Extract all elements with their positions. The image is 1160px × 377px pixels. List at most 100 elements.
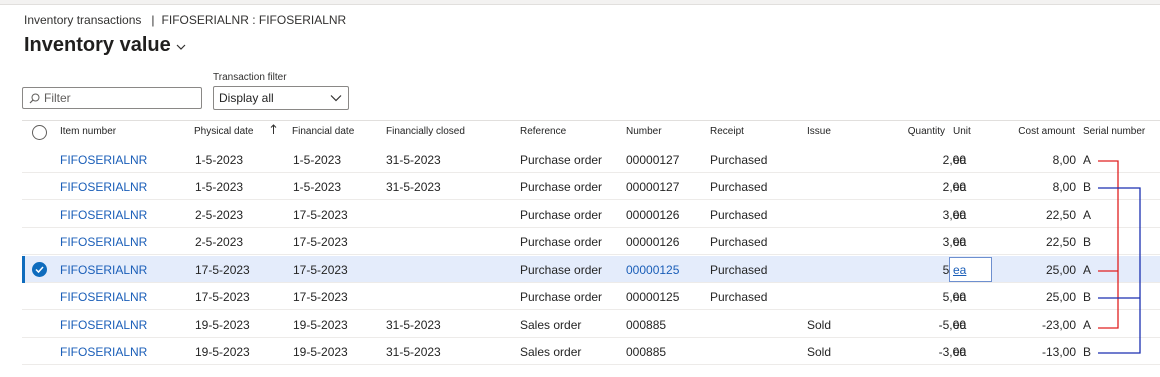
cell-issue: Sold (807, 318, 832, 332)
column-header-serial-number[interactable]: Serial number (1083, 126, 1145, 137)
page-title-text: Inventory value (24, 34, 171, 56)
filter-search-box[interactable] (22, 87, 202, 109)
cell-serial-number: B (1083, 290, 1092, 304)
cell-unit: ea (953, 180, 967, 194)
cell-number: 00000127 (626, 153, 680, 167)
cell-item-number[interactable]: FIFOSERIALNR (60, 290, 147, 304)
cell-receipt: Purchased (710, 208, 768, 222)
breadcrumb: Inventory transactions | FIFOSERIALNR : FI… (24, 13, 346, 27)
cell-financial-date: 17-5-2023 (293, 235, 348, 249)
cell-number[interactable]: 00000125 (626, 263, 679, 277)
cell-unit: ea (953, 318, 967, 332)
column-header-item-number[interactable]: Item number (60, 126, 116, 137)
table-row[interactable]: FIFOSERIALNR 17-5-2023 17-5-2023 Purchase o… (22, 283, 1160, 310)
cell-number: 00000126 (626, 235, 680, 249)
cell-number: 00000126 (626, 208, 680, 222)
checkmark-circle-icon[interactable] (32, 262, 47, 277)
breadcrumb-module[interactable]: Inventory transactions (24, 13, 141, 27)
cell-cost-amount: 8,00 (1052, 153, 1076, 167)
column-header-physical-date[interactable]: Physical date (194, 126, 253, 137)
cell-serial-number: A (1083, 208, 1092, 222)
column-header-financial-date[interactable]: Financial date (292, 126, 354, 137)
cell-serial-number: A (1083, 318, 1092, 332)
cell-issue: Sold (807, 345, 832, 359)
cell-serial-number: A (1083, 263, 1092, 277)
cell-financial-date: 1-5-2023 (293, 153, 342, 167)
cell-reference: Sales order (520, 318, 582, 332)
column-header-issue[interactable]: Issue (807, 126, 831, 137)
cell-number: 000885 (626, 345, 667, 359)
cell-number: 00000127 (626, 180, 680, 194)
cell-physical-date: 17-5-2023 (195, 263, 250, 277)
table-row[interactable]: FIFOSERIALNR 17-5-2023 17-5-2023 Purchase o… (22, 256, 1160, 283)
cell-item-number[interactable]: FIFOSERIALNR (60, 345, 147, 359)
table-row[interactable]: FIFOSERIALNR 2-5-2023 17-5-2023 Purchase or… (22, 228, 1160, 255)
cell-financially-closed: 31-5-2023 (386, 318, 441, 332)
cell-reference: Purchase order (520, 208, 603, 222)
cell-unit: ea (953, 345, 967, 359)
transaction-filter-select[interactable]: Display all (213, 86, 349, 110)
cell-reference: Sales order (520, 345, 582, 359)
table-row[interactable]: FIFOSERIALNR 1-5-2023 1-5-2023 31-5-2023 Pur… (22, 173, 1160, 200)
cell-item-number[interactable]: FIFOSERIALNR (60, 263, 147, 277)
sort-ascending-icon[interactable] (270, 124, 277, 135)
column-header-receipt[interactable]: Receipt (710, 126, 744, 137)
cell-item-number[interactable]: FIFOSERIALNR (60, 208, 147, 222)
column-header-cost-amount[interactable]: Cost amount (1018, 126, 1075, 137)
column-header-unit[interactable]: Unit (953, 126, 971, 137)
breadcrumb-context: FIFOSERIALNR : FIFOSERIALNR (161, 13, 347, 27)
search-icon (29, 93, 40, 103)
table-row[interactable]: FIFOSERIALNR 2-5-2023 17-5-2023 Purchase or… (22, 201, 1160, 228)
cell-unit: ea (953, 153, 967, 167)
cell-unit-editor[interactable]: ea (949, 257, 992, 282)
cell-physical-date: 19-5-2023 (195, 345, 250, 359)
cell-item-number[interactable]: FIFOSERIALNR (60, 235, 147, 249)
table-row[interactable]: FIFOSERIALNR 19-5-2023 19-5-2023 31-5-2023 S… (22, 338, 1160, 365)
cell-physical-date: 1-5-2023 (195, 180, 244, 194)
cell-physical-date: 19-5-2023 (195, 318, 250, 332)
cell-unit: ea (953, 208, 967, 222)
cell-serial-number: B (1083, 235, 1092, 249)
cell-reference: Purchase order (520, 180, 603, 194)
cell-physical-date: 2-5-2023 (195, 235, 244, 249)
table-row[interactable]: FIFOSERIALNR 1-5-2023 1-5-2023 31-5-2023 Pur… (22, 146, 1160, 173)
cell-financial-date: 17-5-2023 (293, 290, 348, 304)
column-header-number[interactable]: Number (626, 126, 662, 137)
column-header-reference[interactable]: Reference (520, 126, 566, 137)
cell-cost-amount: 22,50 (1045, 235, 1076, 249)
cell-receipt: Purchased (710, 263, 768, 277)
cell-item-number[interactable]: FIFOSERIALNR (60, 318, 147, 332)
page-title[interactable]: Inventory value (24, 34, 186, 57)
cell-financial-date: 19-5-2023 (293, 318, 348, 332)
cell-serial-number: B (1083, 180, 1092, 194)
column-header-quantity[interactable]: Quantity (908, 126, 945, 137)
cell-receipt: Purchased (710, 180, 768, 194)
cell-cost-amount: 25,00 (1045, 290, 1076, 304)
cell-financial-date: 17-5-2023 (293, 263, 348, 277)
cell-reference: Purchase order (520, 235, 603, 249)
filter-search-input[interactable] (44, 91, 184, 105)
cell-unit[interactable]: ea (953, 263, 966, 277)
cell-financially-closed: 31-5-2023 (386, 153, 441, 167)
cell-receipt: Purchased (710, 290, 768, 304)
cell-cost-amount: -13,00 (1041, 345, 1076, 359)
cell-item-number[interactable]: FIFOSERIALNR (60, 180, 147, 194)
transaction-filter-label: Transaction filter (213, 72, 287, 83)
cell-serial-number: B (1083, 345, 1092, 359)
cell-number: 000885 (626, 318, 667, 332)
chevron-down-icon (176, 44, 186, 50)
cell-physical-date: 17-5-2023 (195, 290, 250, 304)
top-bar (0, 0, 1160, 5)
cell-financial-date: 1-5-2023 (293, 180, 342, 194)
select-all-circle-icon[interactable] (32, 125, 47, 140)
cell-physical-date: 1-5-2023 (195, 153, 244, 167)
cell-item-number[interactable]: FIFOSERIALNR (60, 153, 147, 167)
table-row[interactable]: FIFOSERIALNR 19-5-2023 19-5-2023 31-5-2023 S… (22, 311, 1160, 338)
cell-reference: Purchase order (520, 263, 603, 277)
cell-number: 00000125 (626, 290, 680, 304)
cell-financial-date: 19-5-2023 (293, 345, 348, 359)
cell-financially-closed: 31-5-2023 (386, 180, 441, 194)
cell-reference: Purchase order (520, 153, 603, 167)
cell-financially-closed: 31-5-2023 (386, 345, 441, 359)
column-header-financially-closed[interactable]: Financially closed (386, 126, 465, 137)
